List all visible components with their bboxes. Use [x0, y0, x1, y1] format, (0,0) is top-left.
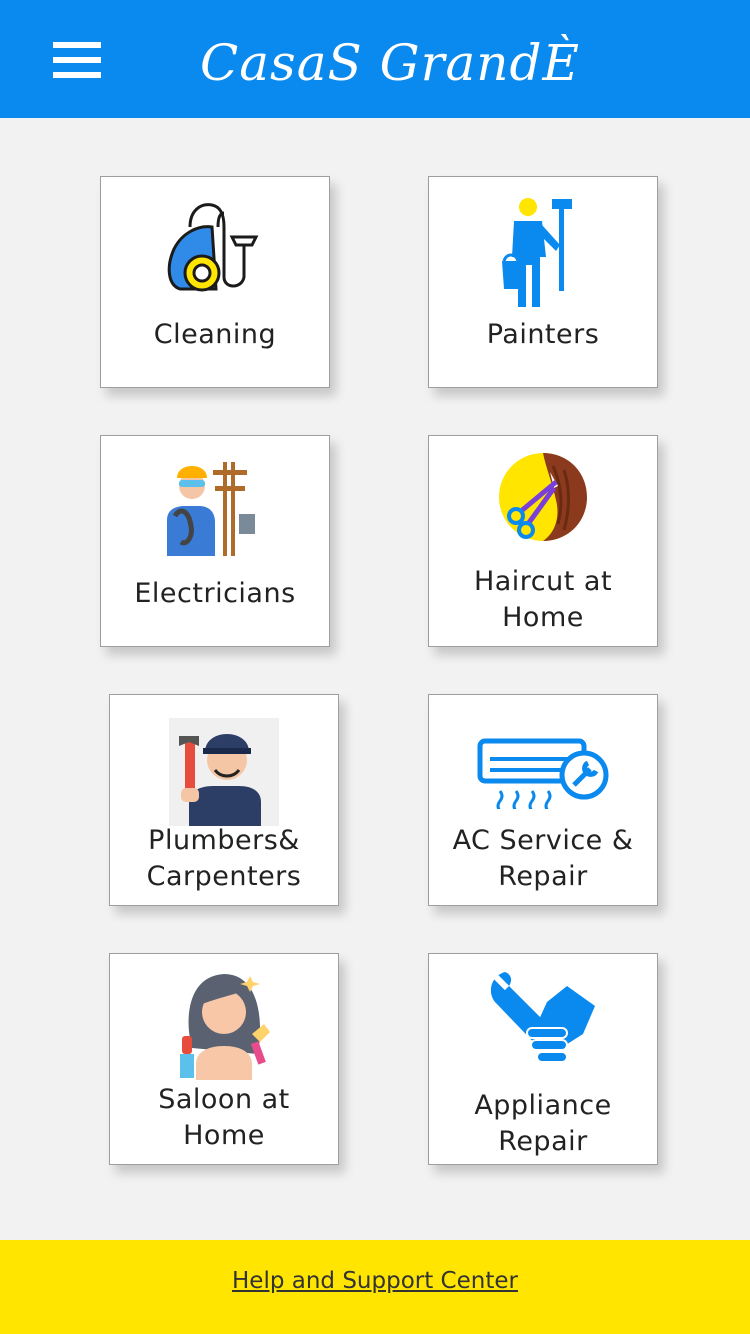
plumber-icon [169, 718, 279, 826]
service-label: Cleaning [153, 319, 277, 350]
service-label: AC Service & Repair [452, 825, 634, 892]
service-card-plumbers[interactable]: Plumbers& Carpenters [109, 694, 339, 906]
service-card-painters[interactable]: Painters [428, 176, 658, 388]
service-label: Appliance Repair [474, 1090, 612, 1157]
air-conditioner-icon [477, 738, 609, 809]
painter-icon [502, 198, 572, 307]
electrician-icon [167, 462, 255, 556]
service-card-cleaning[interactable]: Cleaning [100, 176, 330, 388]
hamburger-menu-icon[interactable] [53, 42, 101, 78]
service-card-ac[interactable]: AC Service & Repair [428, 694, 658, 906]
service-label: Painters [486, 319, 600, 350]
service-card-haircut[interactable]: Haircut at Home [428, 435, 658, 647]
service-card-electricians[interactable]: Electricians [100, 435, 330, 647]
salon-woman-icon [180, 974, 270, 1080]
help-support-link[interactable]: Help and Support Center [0, 1268, 750, 1294]
vacuum-cleaner-icon [167, 203, 259, 292]
service-label: Plumbers& Carpenters [146, 825, 302, 892]
scissors-hair-icon [499, 453, 587, 541]
service-label: Electricians [134, 578, 296, 609]
footer-bar: Help and Support Center [0, 1240, 750, 1334]
service-card-saloon[interactable]: Saloon at Home [109, 953, 339, 1165]
app-title: CasaS GrandÈ [199, 34, 581, 92]
service-card-appliance[interactable]: Appliance Repair [428, 953, 658, 1165]
app-header: CasaS GrandÈ [0, 0, 750, 118]
service-label: Haircut at Home [473, 566, 613, 633]
service-label: Saloon at Home [158, 1084, 290, 1151]
wrench-hand-icon [490, 971, 595, 1063]
